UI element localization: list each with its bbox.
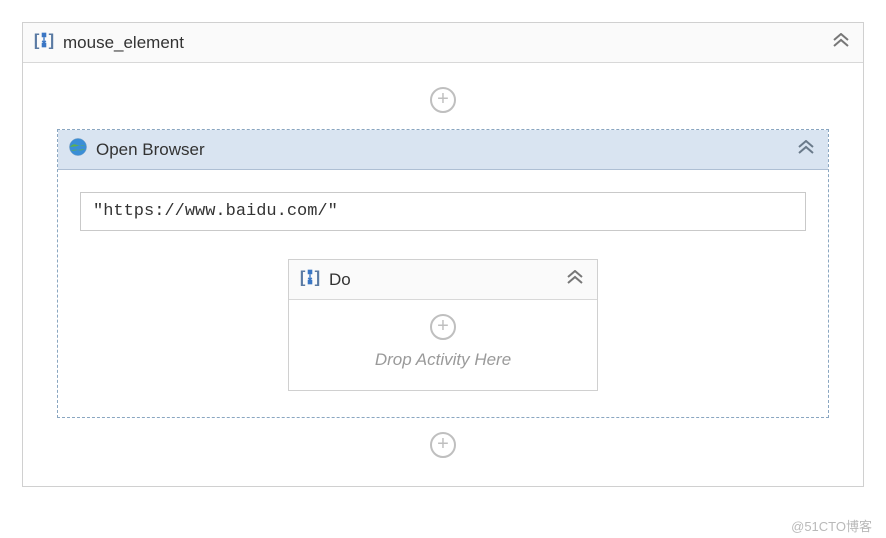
chevron-double-up-icon bbox=[566, 270, 584, 289]
mouse-element-title: mouse_element bbox=[63, 33, 829, 53]
globe-icon bbox=[68, 137, 88, 162]
svg-text:[: [ bbox=[34, 32, 40, 50]
svg-text:[: [ bbox=[300, 269, 306, 287]
do-title: Do bbox=[329, 270, 563, 290]
mouse-element-body: Open Browser bbox=[23, 63, 863, 486]
do-collapse-button[interactable] bbox=[563, 271, 587, 289]
do-activity[interactable]: [ ] Do bbox=[288, 259, 598, 391]
chevron-double-up-icon bbox=[832, 33, 850, 52]
sequence-icon: [ ] bbox=[299, 266, 321, 293]
chevron-double-up-icon bbox=[797, 140, 815, 159]
watermark: @51CTO博客 bbox=[791, 516, 872, 535]
open-browser-activity[interactable]: Open Browser bbox=[57, 129, 829, 418]
collapse-button[interactable] bbox=[829, 34, 853, 52]
mouse-element-activity[interactable]: [ ] mouse_element bbox=[22, 22, 864, 487]
add-activity-button-top[interactable] bbox=[430, 87, 456, 113]
open-browser-header[interactable]: Open Browser bbox=[58, 130, 828, 170]
url-input[interactable] bbox=[80, 192, 806, 231]
do-add-row bbox=[299, 314, 587, 350]
do-body[interactable]: Drop Activity Here bbox=[289, 300, 597, 390]
mouse-element-header[interactable]: [ ] mouse_element bbox=[23, 23, 863, 63]
open-browser-title: Open Browser bbox=[96, 140, 794, 160]
drop-activity-hint: Drop Activity Here bbox=[299, 350, 587, 370]
svg-text:]: ] bbox=[49, 32, 55, 50]
open-browser-collapse-button[interactable] bbox=[794, 141, 818, 159]
do-header[interactable]: [ ] Do bbox=[289, 260, 597, 300]
add-activity-bottom-row bbox=[39, 418, 847, 466]
add-activity-top-row bbox=[39, 83, 847, 129]
add-activity-button-bottom[interactable] bbox=[430, 432, 456, 458]
open-browser-body: [ ] Do bbox=[58, 170, 828, 417]
add-activity-button-do[interactable] bbox=[430, 314, 456, 340]
svg-text:]: ] bbox=[315, 269, 321, 287]
sequence-icon: [ ] bbox=[33, 29, 55, 56]
